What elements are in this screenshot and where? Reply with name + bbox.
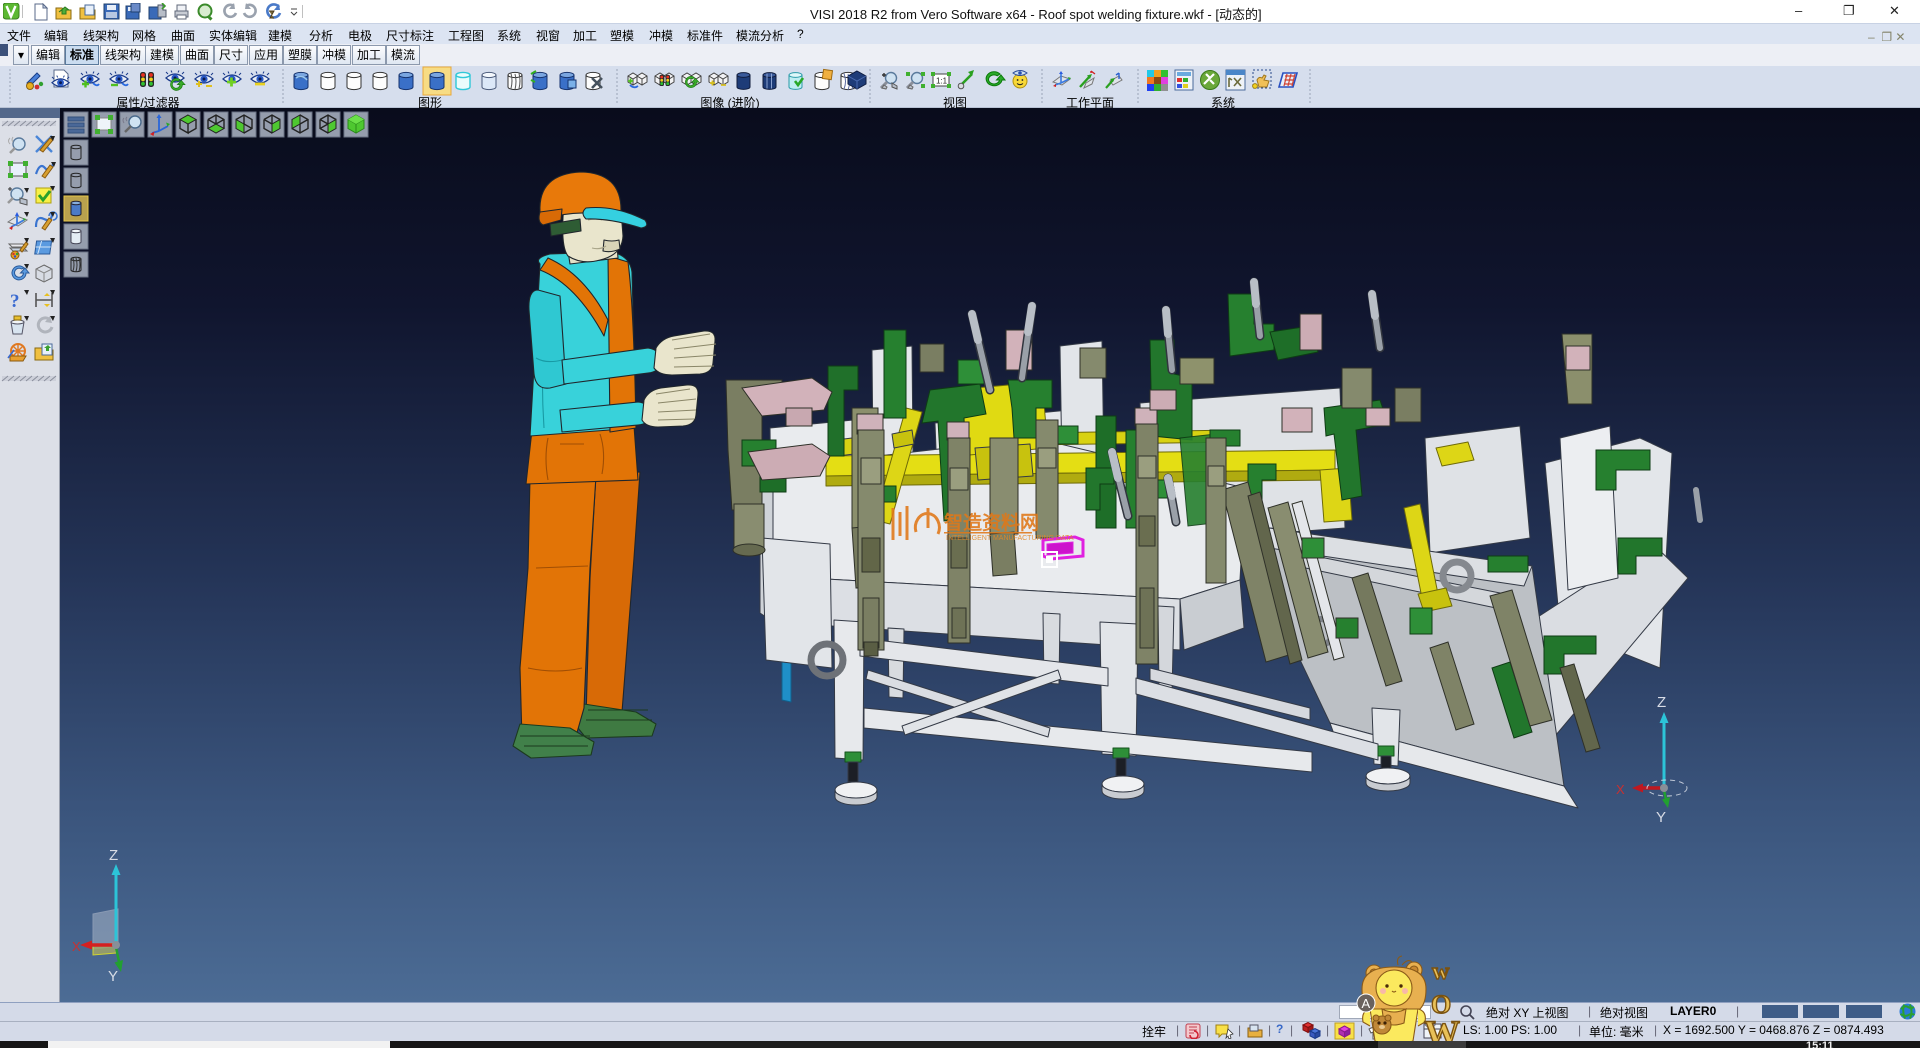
svg-text:?: ? bbox=[10, 291, 20, 312]
svg-text:X: X bbox=[72, 939, 81, 954]
svg-text:Z: Z bbox=[1657, 694, 1666, 711]
svg-text:A: A bbox=[1362, 996, 1371, 1011]
svg-text:X: X bbox=[1616, 782, 1625, 797]
svg-text:Y: Y bbox=[108, 968, 118, 985]
svg-text:Z: Z bbox=[109, 847, 118, 864]
svg-text:INTELLIGENT MANUFACTURING DATA: INTELLIGENT MANUFACTURING DATA bbox=[946, 535, 1074, 542]
svg-text:智造资料网: 智造资料网 bbox=[944, 511, 1039, 534]
svg-text:Y: Y bbox=[1656, 809, 1666, 826]
svg-text:w: w bbox=[1432, 959, 1450, 985]
svg-text:1:1: 1:1 bbox=[936, 77, 948, 86]
